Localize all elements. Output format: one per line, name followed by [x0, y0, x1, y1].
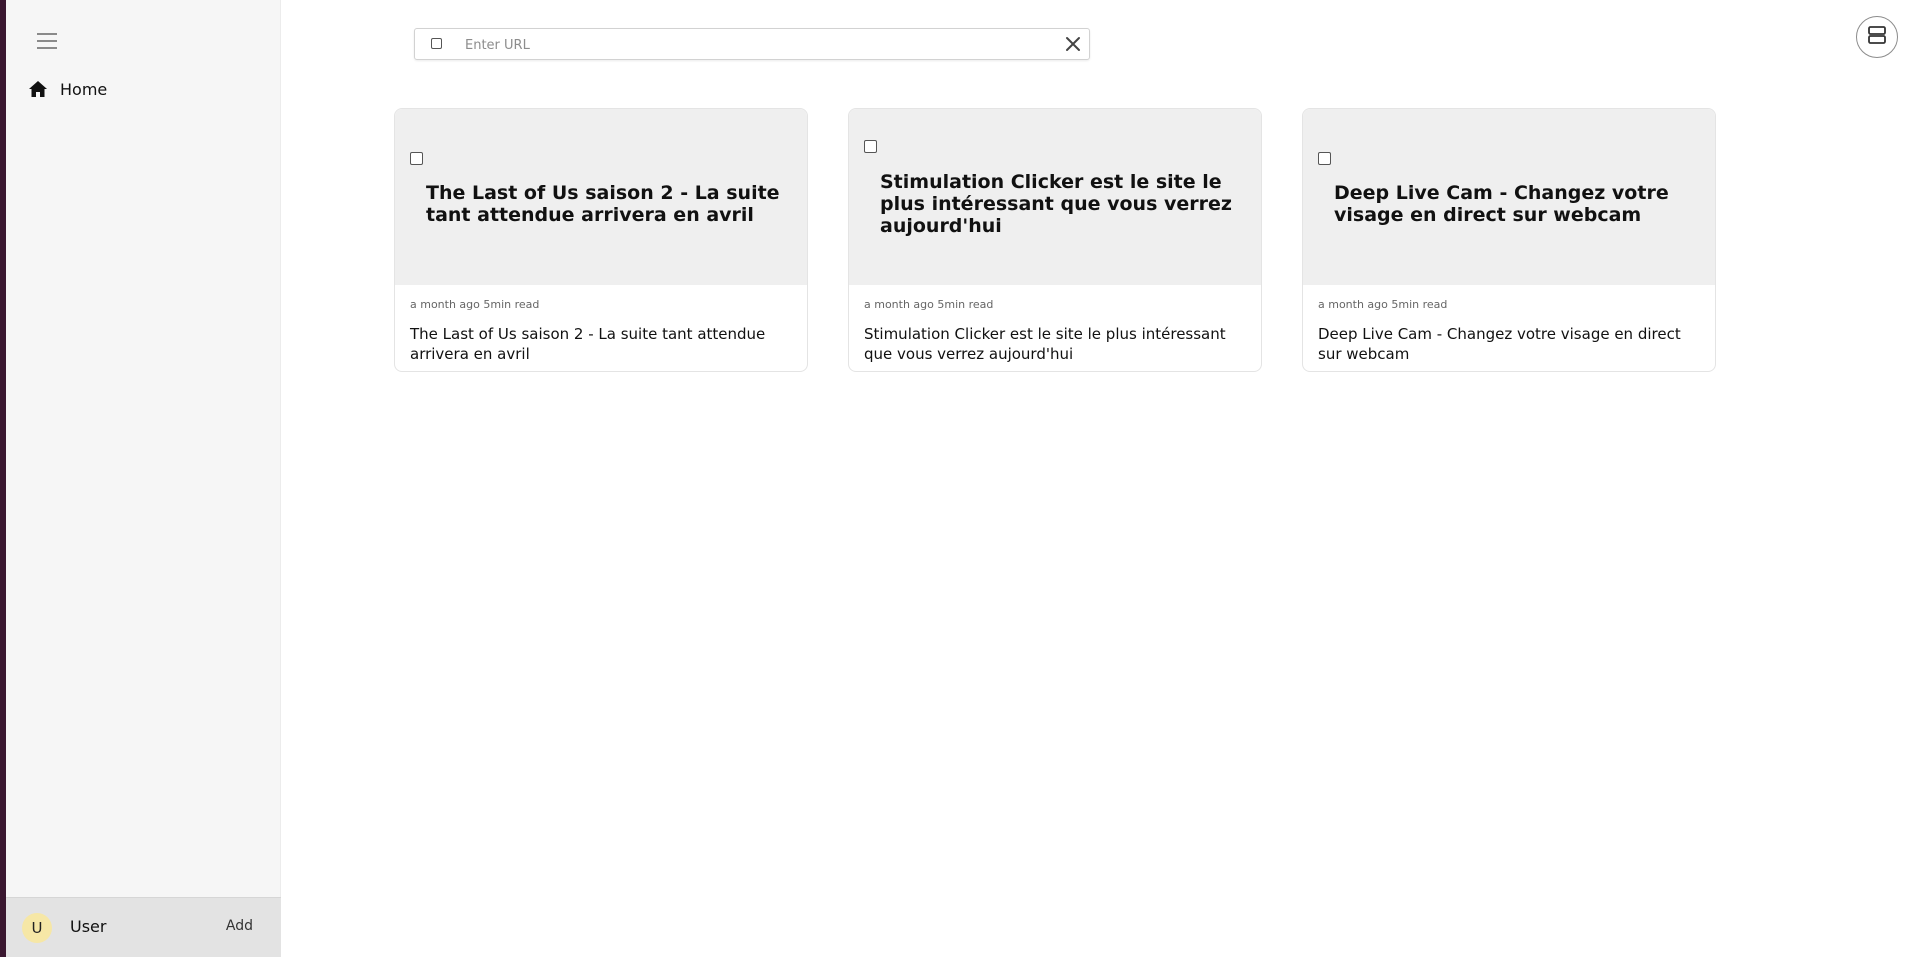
card-select-checkbox[interactable]	[410, 152, 423, 165]
card-title[interactable]: Stimulation Clicker est le site le plus …	[864, 324, 1249, 364]
card-hero: Deep Live Cam - Changez votre visage en …	[1303, 109, 1715, 285]
card-hero-title: Deep Live Cam - Changez votre visage en …	[1334, 182, 1669, 226]
layout-toggle-button[interactable]	[1856, 16, 1898, 58]
card-meta: a month ago 5min read	[864, 298, 994, 311]
user-bar: U User Add	[6, 897, 281, 957]
close-icon[interactable]	[1063, 34, 1083, 54]
card-hero: The Last of Us saison 2 - La suite tant …	[395, 109, 807, 285]
hamburger-menu-icon[interactable]	[35, 29, 59, 53]
sidebar-item-label: Home	[60, 79, 108, 99]
url-bar	[414, 28, 1090, 60]
card-select-checkbox[interactable]	[1318, 152, 1331, 165]
card-hero-title: The Last of Us saison 2 - La suite tant …	[426, 182, 780, 226]
article-card[interactable]: Stimulation Clicker est le site le plus …	[848, 108, 1262, 372]
card-title[interactable]: The Last of Us saison 2 - La suite tant …	[410, 324, 795, 364]
layout-rows-icon	[1867, 25, 1887, 49]
home-icon	[28, 80, 48, 98]
add-button[interactable]: Add	[226, 918, 253, 934]
card-meta: a month ago 5min read	[1318, 298, 1448, 311]
card-title[interactable]: Deep Live Cam - Changez votre visage en …	[1318, 324, 1703, 364]
card-hero: Stimulation Clicker est le site le plus …	[849, 109, 1261, 285]
sidebar: Home U User Add	[6, 0, 281, 957]
card-meta: a month ago 5min read	[410, 298, 540, 311]
card-hero-title: Stimulation Clicker est le site le plus …	[880, 171, 1232, 237]
article-card[interactable]: Deep Live Cam - Changez votre visage en …	[1302, 108, 1716, 372]
select-all-checkbox[interactable]	[431, 38, 442, 49]
user-name[interactable]: User	[70, 917, 106, 936]
article-card[interactable]: The Last of Us saison 2 - La suite tant …	[394, 108, 808, 372]
avatar[interactable]: U	[22, 913, 52, 943]
sidebar-item-home[interactable]: Home	[28, 76, 107, 102]
url-input[interactable]	[463, 33, 1027, 57]
card-select-checkbox[interactable]	[864, 140, 877, 153]
